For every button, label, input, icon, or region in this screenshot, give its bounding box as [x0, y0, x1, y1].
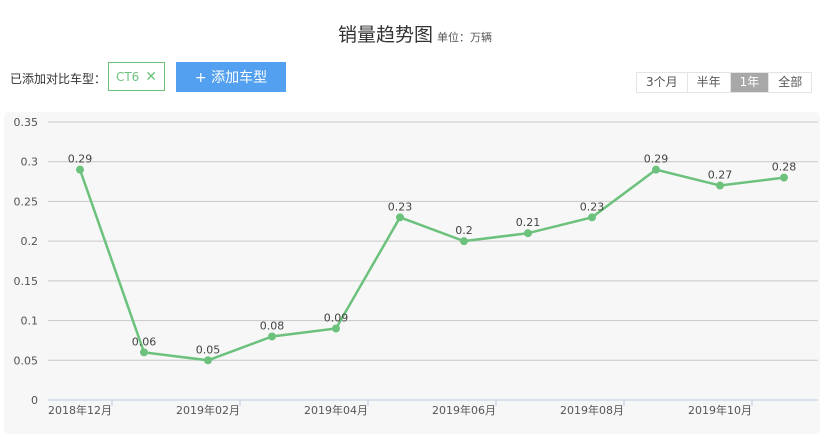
data-label: 0.2 — [455, 224, 473, 237]
series-line — [78, 168, 785, 362]
x-tick-label: 2019年04月 — [304, 403, 368, 417]
y-tick-label: 0.1 — [21, 315, 39, 328]
data-label: 0.05 — [196, 343, 221, 356]
y-tick-label: 0 — [31, 394, 38, 407]
data-point — [780, 173, 788, 182]
y-tick-label: 0.3 — [21, 156, 39, 169]
data-point — [76, 165, 84, 174]
data-label: 0.23 — [580, 200, 605, 213]
data-label: 0.27 — [708, 169, 733, 182]
x-tick-label: 2019年08月 — [560, 403, 624, 417]
data-label: 0.06 — [132, 335, 157, 348]
data-point — [268, 332, 276, 341]
x-tick-label: 2018年12月 — [48, 403, 112, 417]
data-label: 0.23 — [388, 200, 413, 213]
data-point — [588, 213, 596, 222]
line-chart: 0 0.05 0.1 0.15 0.2 0.25 0.3 0.35 2018年12月 2019年0… — [14, 116, 818, 417]
data-point — [716, 181, 724, 190]
data-label: 0.21 — [516, 216, 541, 229]
data-label: 0.29 — [644, 153, 669, 166]
x-tick-label: 2019年06月 — [432, 403, 496, 417]
y-tick-label: 0.15 — [14, 275, 39, 288]
data-point — [524, 229, 532, 238]
data-point — [652, 165, 660, 174]
x-tick-label: 2019年02月 — [176, 403, 240, 417]
data-label: 0.29 — [68, 153, 93, 166]
x-tick-label: 2019年10月 — [688, 403, 752, 417]
data-point — [460, 237, 468, 246]
data-point — [140, 348, 148, 357]
y-tick-label: 0.35 — [14, 116, 39, 129]
y-tick-label: 0.05 — [14, 354, 39, 367]
data-label: 0.28 — [772, 161, 797, 174]
y-tick-label: 0.25 — [14, 195, 39, 208]
data-point — [396, 213, 404, 222]
data-point — [204, 356, 212, 365]
data-label: 0.08 — [260, 319, 285, 332]
data-point — [332, 324, 340, 333]
y-tick-label: 0.2 — [21, 235, 39, 248]
data-label: 0.09 — [324, 312, 349, 325]
